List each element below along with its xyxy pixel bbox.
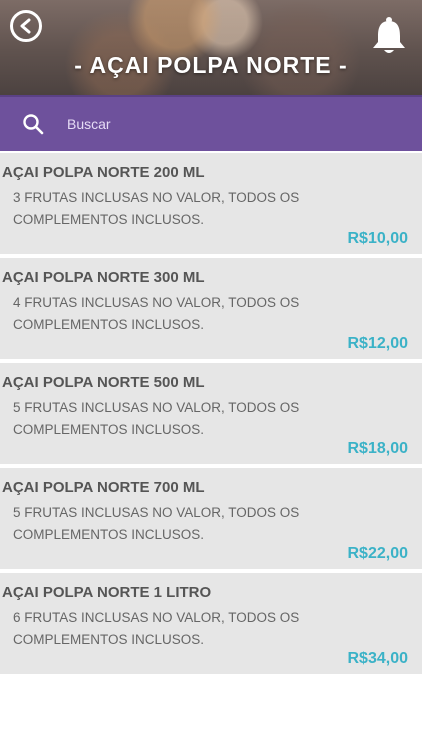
- product-price: R$10,00: [347, 230, 409, 247]
- product-description: 4 FRUTAS INCLUSAS NO VALOR, TODOS OS COM…: [13, 295, 300, 332]
- bell-icon: [373, 17, 405, 53]
- search-input[interactable]: [65, 115, 369, 133]
- product-description: 5 FRUTAS INCLUSAS NO VALOR, TODOS OS COM…: [13, 400, 300, 437]
- header-banner: - AÇAI POLPA NORTE -: [0, 0, 422, 95]
- chevron-left-icon: [20, 18, 31, 34]
- product-price: R$18,00: [347, 440, 409, 457]
- product-item[interactable]: AÇAI POLPA NORTE 500 ML 5 FRUTAS INCLUSA…: [0, 363, 422, 468]
- product-price: R$12,00: [347, 335, 409, 352]
- page-title: - AÇAI POLPA NORTE -: [74, 52, 348, 78]
- product-description: 3 FRUTAS INCLUSAS NO VALOR, TODOS OS COM…: [13, 190, 300, 227]
- product-name: AÇAI POLPA NORTE 700 ML: [2, 479, 205, 496]
- product-name: AÇAI POLPA NORTE 200 ML: [2, 164, 205, 181]
- product-item[interactable]: AÇAI POLPA NORTE 700 ML 5 FRUTAS INCLUSA…: [0, 468, 422, 573]
- search-bar: [0, 95, 422, 151]
- search-icon[interactable]: [22, 113, 44, 135]
- back-button[interactable]: [10, 10, 42, 42]
- notification-button[interactable]: [370, 16, 408, 56]
- product-description: 5 FRUTAS INCLUSAS NO VALOR, TODOS OS COM…: [13, 505, 300, 542]
- product-description: 6 FRUTAS INCLUSAS NO VALOR, TODOS OS COM…: [13, 610, 300, 647]
- product-name: AÇAI POLPA NORTE 1 LITRO: [2, 584, 212, 601]
- product-list: AÇAI POLPA NORTE 200 ML 3 FRUTAS INCLUSA…: [0, 153, 422, 678]
- product-price: R$34,00: [347, 650, 409, 667]
- product-item[interactable]: AÇAI POLPA NORTE 300 ML 4 FRUTAS INCLUSA…: [0, 258, 422, 363]
- product-name: AÇAI POLPA NORTE 300 ML: [2, 269, 205, 286]
- product-item[interactable]: AÇAI POLPA NORTE 1 LITRO 6 FRUTAS INCLUS…: [0, 573, 422, 678]
- product-name: AÇAI POLPA NORTE 500 ML: [2, 374, 205, 391]
- product-price: R$22,00: [347, 545, 409, 562]
- product-item[interactable]: AÇAI POLPA NORTE 200 ML 3 FRUTAS INCLUSA…: [0, 153, 422, 258]
